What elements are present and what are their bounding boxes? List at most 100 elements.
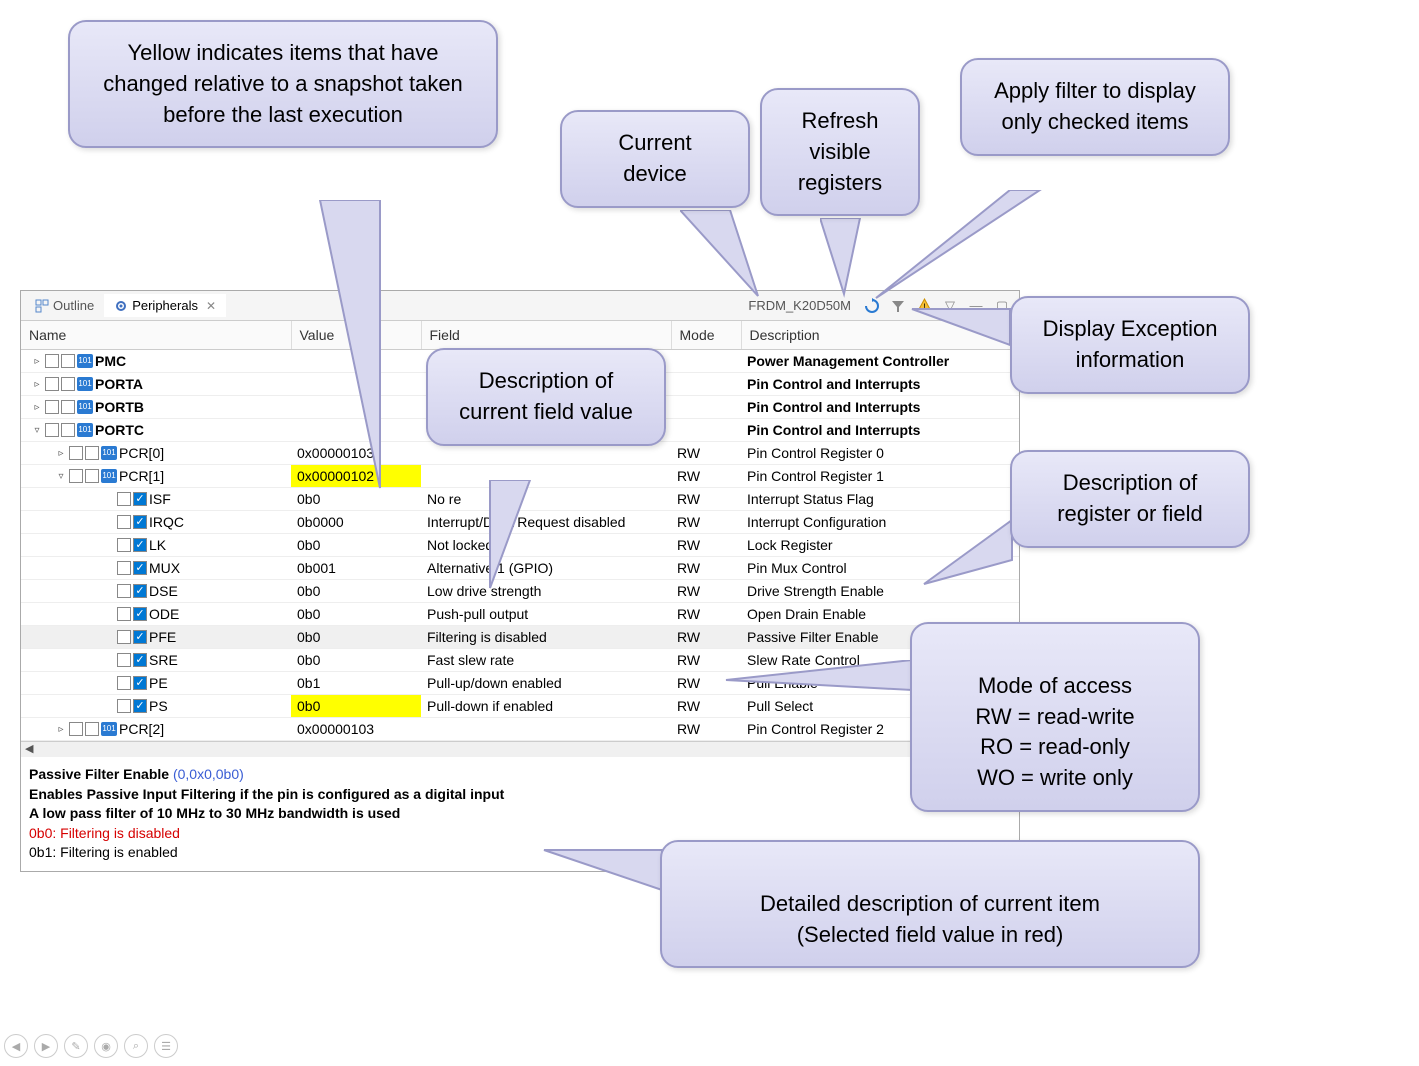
col-mode[interactable]: Mode (671, 321, 741, 350)
filter-icon[interactable] (889, 297, 907, 315)
row-mode: RW (671, 695, 741, 718)
row-checkbox[interactable] (45, 400, 59, 414)
row-checkbox-2[interactable] (133, 538, 147, 552)
row-checkbox-2[interactable] (133, 584, 147, 598)
row-checkbox-2[interactable] (133, 699, 147, 713)
row-checkbox[interactable] (45, 377, 59, 391)
col-description[interactable]: Description (741, 321, 1019, 350)
row-checkbox-2[interactable] (133, 630, 147, 644)
row-checkbox[interactable] (117, 492, 131, 506)
row-value[interactable]: 0x00000103 (291, 442, 421, 465)
row-checkbox-2[interactable] (85, 446, 99, 460)
expand-arrow[interactable]: ▹ (31, 402, 43, 413)
row-value[interactable]: 0b0 (291, 534, 421, 557)
row-value[interactable] (291, 373, 421, 396)
row-checkbox[interactable] (117, 699, 131, 713)
row-value[interactable]: 0b0 (291, 626, 421, 649)
table-row[interactable]: LK0b0Not lockedRWLock Register (21, 534, 1019, 557)
row-checkbox-2[interactable] (133, 492, 147, 506)
row-checkbox-2[interactable] (61, 400, 75, 414)
expand-arrow[interactable]: ▿ (31, 425, 43, 436)
expand-arrow[interactable]: ▹ (31, 379, 43, 390)
maximize-icon[interactable]: ▢ (993, 297, 1011, 315)
row-value[interactable]: 0x00000102 (291, 465, 421, 488)
expand-arrow[interactable]: ▹ (31, 356, 43, 367)
player-zoom[interactable]: ⌕ (124, 1034, 148, 1058)
table-row[interactable]: SRE0b0Fast slew rateRWSlew Rate Control (21, 649, 1019, 672)
table-row[interactable]: ▹101PCR[2]0x00000103RWPin Control Regist… (21, 718, 1019, 741)
row-mode: RW (671, 442, 741, 465)
row-checkbox-2[interactable] (133, 676, 147, 690)
row-checkbox-2[interactable] (133, 653, 147, 667)
row-checkbox[interactable] (69, 469, 83, 483)
table-row[interactable]: DSE0b0Low drive strengthRWDrive Strength… (21, 580, 1019, 603)
row-value[interactable]: 0b0 (291, 580, 421, 603)
view-menu-icon[interactable]: ▽ (941, 297, 959, 315)
row-checkbox-2[interactable] (133, 561, 147, 575)
row-mode: RW (671, 488, 741, 511)
minimize-icon[interactable]: — (967, 297, 985, 315)
row-checkbox-2[interactable] (133, 607, 147, 621)
row-checkbox-2[interactable] (61, 377, 75, 391)
col-name[interactable]: Name (21, 321, 291, 350)
table-row[interactable]: MUX0b001Alternative 1 (GPIO)RWPin Mux Co… (21, 557, 1019, 580)
row-checkbox[interactable] (117, 653, 131, 667)
table-row[interactable]: ISF0b0No reRWInterrupt Status Flag (21, 488, 1019, 511)
row-checkbox-2[interactable] (85, 722, 99, 736)
row-value[interactable]: 0b0 (291, 603, 421, 626)
row-checkbox[interactable] (117, 607, 131, 621)
player-edit[interactable]: ✎ (64, 1034, 88, 1058)
table-row[interactable]: PE0b1Pull-up/down enabledRWPull Enable (21, 672, 1019, 695)
player-rec[interactable]: ◉ (94, 1034, 118, 1058)
row-value[interactable]: 0x00000103 (291, 718, 421, 741)
row-checkbox[interactable] (45, 354, 59, 368)
row-value[interactable]: 0b1 (291, 672, 421, 695)
expand-arrow[interactable]: ▹ (55, 724, 67, 735)
row-checkbox-2[interactable] (133, 515, 147, 529)
row-checkbox[interactable] (117, 676, 131, 690)
refresh-icon[interactable] (863, 297, 881, 315)
row-checkbox-2[interactable] (85, 469, 99, 483)
warning-icon[interactable]: ! (915, 297, 933, 315)
row-mode: RW (671, 603, 741, 626)
row-checkbox[interactable] (69, 722, 83, 736)
row-checkbox[interactable] (117, 561, 131, 575)
row-value[interactable]: 0b0 (291, 488, 421, 511)
tab-peripherals[interactable]: Peripherals ✕ (104, 294, 226, 317)
row-checkbox[interactable] (69, 446, 83, 460)
row-checkbox[interactable] (117, 630, 131, 644)
row-value[interactable]: 0b0 (291, 695, 421, 718)
table-row[interactable]: ODE0b0Push-pull outputRWOpen Drain Enabl… (21, 603, 1019, 626)
row-checkbox[interactable] (45, 423, 59, 437)
horizontal-scrollbar[interactable]: ◀ (21, 741, 1019, 757)
table-row[interactable]: ▿101PCR[1]0x00000102RWPin Control Regist… (21, 465, 1019, 488)
row-value[interactable]: 0b0 (291, 649, 421, 672)
row-name: PCR[0] (119, 445, 164, 461)
table-row[interactable]: PS0b0Pull-down if enabledRWPull Select (21, 695, 1019, 718)
col-field[interactable]: Field (421, 321, 671, 350)
player-play[interactable]: ▶ (34, 1034, 58, 1058)
row-value[interactable] (291, 419, 421, 442)
expand-arrow[interactable]: ▿ (55, 471, 67, 482)
row-field: Fast slew rate (421, 649, 671, 672)
row-checkbox[interactable] (117, 538, 131, 552)
player-menu[interactable]: ☰ (154, 1034, 178, 1058)
table-row[interactable]: PFE0b0Filtering is disabledRWPassive Fil… (21, 626, 1019, 649)
row-value[interactable]: 0b0000 (291, 511, 421, 534)
table-row[interactable]: IRQC0b0000Interrupt/DMA Request disabled… (21, 511, 1019, 534)
register-icon: 101 (101, 469, 117, 483)
row-checkbox[interactable] (117, 584, 131, 598)
row-mode: RW (671, 534, 741, 557)
row-mode: RW (671, 511, 741, 534)
row-checkbox-2[interactable] (61, 423, 75, 437)
col-value[interactable]: Value (291, 321, 421, 350)
row-value[interactable] (291, 350, 421, 373)
row-value[interactable]: 0b001 (291, 557, 421, 580)
row-checkbox-2[interactable] (61, 354, 75, 368)
row-value[interactable] (291, 396, 421, 419)
expand-arrow[interactable]: ▹ (55, 448, 67, 459)
row-checkbox[interactable] (117, 515, 131, 529)
tab-outline[interactable]: Outline (25, 294, 104, 317)
close-icon[interactable]: ✕ (206, 299, 216, 313)
player-prev[interactable]: ◀ (4, 1034, 28, 1058)
